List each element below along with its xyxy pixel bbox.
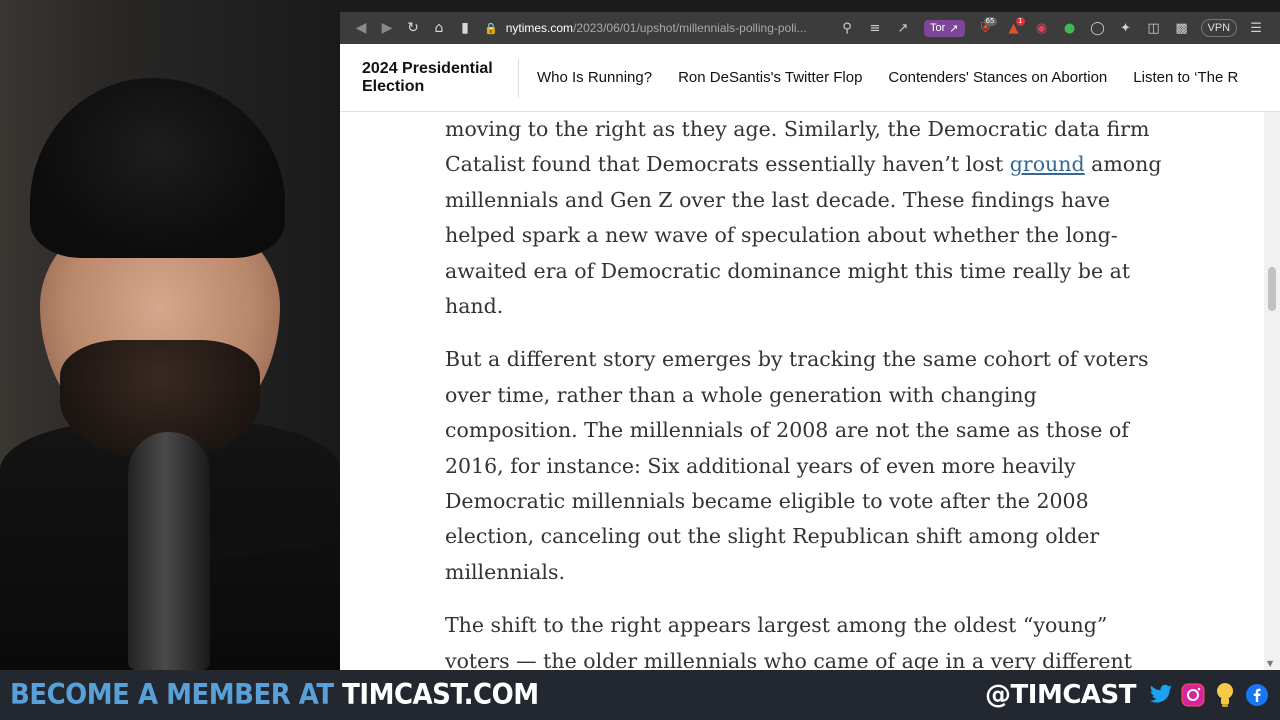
scrollbar[interactable]: ▼: [1264, 112, 1280, 670]
nyt-section-header: 2024 Presidential Election Who Is Runnin…: [340, 44, 1280, 112]
browser-toolbar: ◀ ▶ ↻ ⌂ ▮ 🔒 nytimes.com /2023/06/01/upsh…: [340, 12, 1280, 44]
tor-button[interactable]: Tor ↗: [924, 19, 965, 37]
url-path: /2023/06/01/upshot/millennials-polling-p…: [573, 21, 807, 35]
paragraph-text: among millennials and Gen Z over the las…: [445, 152, 1162, 319]
site-url-text: TIMCAST.COM: [342, 678, 539, 712]
article-body: moving to the right as they age. Similar…: [445, 112, 1165, 670]
alert-count: 1: [1016, 17, 1025, 26]
brave-count: 65: [983, 17, 997, 26]
extension-icon[interactable]: ◉: [1029, 15, 1055, 41]
zoom-icon[interactable]: ⚲: [834, 15, 860, 41]
membership-text: BECOME A MEMBER AT TIMCAST.COM: [10, 679, 539, 712]
nav-link-listen[interactable]: Listen to ‘The R: [1133, 69, 1238, 86]
share-icon[interactable]: ↗: [890, 15, 916, 41]
puzzle-icon[interactable]: ✦: [1113, 15, 1139, 41]
twitter-icon: [1148, 682, 1174, 708]
browser-window: ◀ ▶ ↻ ⌂ ▮ 🔒 nytimes.com /2023/06/01/upsh…: [340, 12, 1280, 670]
article-paragraph: But a different story emerges by trackin…: [445, 347, 1149, 584]
become-member-text: BECOME A MEMBER AT: [10, 678, 343, 712]
external-icon: ↗: [949, 22, 959, 35]
vpn-button[interactable]: VPN: [1200, 19, 1238, 37]
social-handles: @TIMCAST: [985, 680, 1270, 710]
reload-icon[interactable]: ↻: [400, 15, 426, 41]
back-icon[interactable]: ◀: [348, 15, 374, 41]
menu-icon[interactable]: ☰: [1243, 15, 1269, 41]
nav-link-desantis-twitter[interactable]: Ron DeSantis's Twitter Flop: [678, 69, 862, 86]
scroll-down-icon[interactable]: ▼: [1267, 659, 1273, 668]
article-paragraph: moving to the right as they age. Similar…: [445, 112, 1165, 324]
reader-icon[interactable]: ≡: [862, 15, 888, 41]
wallet-icon[interactable]: ▩: [1169, 15, 1195, 41]
tor-label: Tor: [930, 22, 946, 34]
facebook-icon: [1244, 682, 1270, 708]
microphone: [128, 432, 210, 670]
social-handle: @TIMCAST: [985, 680, 1136, 710]
forward-icon[interactable]: ▶: [374, 15, 400, 41]
url-host: nytimes.com: [505, 21, 574, 35]
home-icon[interactable]: ⌂: [426, 15, 452, 41]
lightbulb-icon: [1212, 682, 1238, 708]
shield-icon[interactable]: ◯: [1085, 15, 1111, 41]
instagram-icon: [1180, 682, 1206, 708]
nav-link-abortion-stances[interactable]: Contenders' Stances on Abortion: [888, 69, 1107, 86]
header-divider: [518, 58, 519, 97]
brave-shield-icon[interactable]: ⛨ 65: [973, 15, 999, 41]
webcam-feed: [0, 0, 340, 670]
scroll-thumb[interactable]: [1268, 267, 1276, 311]
ground-link[interactable]: ground: [1010, 152, 1085, 176]
promo-banner: BECOME A MEMBER AT TIMCAST.COM @TIMCAST: [0, 670, 1280, 720]
green-extension-icon[interactable]: ●: [1057, 15, 1083, 41]
section-title[interactable]: 2024 Presidential Election: [340, 60, 518, 96]
nav-link-who-is-running[interactable]: Who Is Running?: [537, 69, 652, 86]
bookmark-icon[interactable]: ▮: [452, 15, 478, 41]
sidebar-icon[interactable]: ◫: [1141, 15, 1167, 41]
lock-icon: 🔒: [484, 22, 498, 35]
rewards-icon[interactable]: ▲ 1: [1001, 15, 1027, 41]
address-bar[interactable]: 🔒 nytimes.com /2023/06/01/upshot/millenn…: [484, 15, 824, 41]
article-paragraph: The shift to the right appears largest a…: [445, 613, 1132, 670]
